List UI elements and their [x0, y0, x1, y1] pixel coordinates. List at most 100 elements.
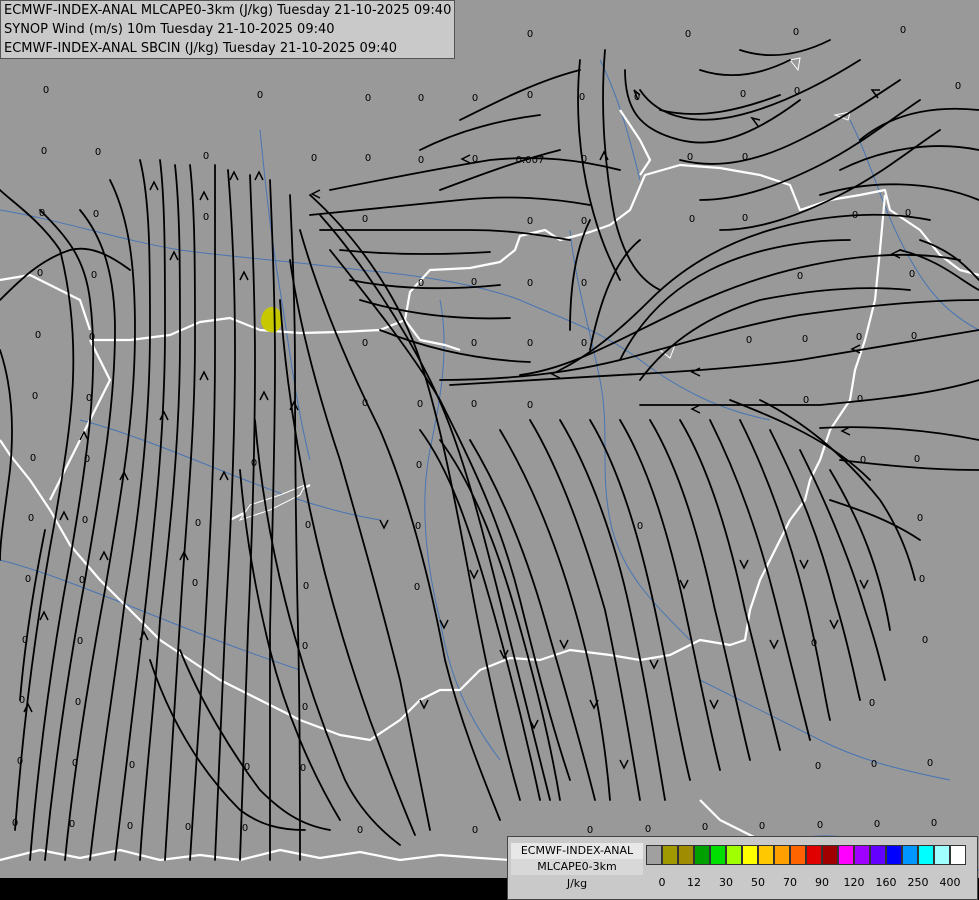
station-value: 0 — [471, 277, 477, 288]
station-value: 0 — [909, 269, 915, 280]
station-value: 0 — [702, 822, 708, 833]
station-value: 0 — [797, 271, 803, 282]
station-value: 0 — [911, 331, 917, 342]
station-value: 0 — [527, 90, 533, 101]
station-value: 0 — [955, 81, 961, 92]
station-value: 0 — [195, 518, 201, 529]
station-value: 0 — [302, 702, 308, 713]
legend-swatch — [758, 845, 774, 865]
station-value: 0 — [86, 393, 92, 404]
station-value: 0 — [418, 93, 424, 104]
station-value: 0 — [415, 521, 421, 532]
legend-tick-label: 250 — [907, 876, 929, 889]
station-value: 0 — [203, 212, 209, 223]
legend-swatch — [662, 845, 678, 865]
station-value: 0 — [900, 25, 906, 36]
map-header: ECMWF-INDEX-ANAL MLCAPE0-3km (J/kg) Tues… — [0, 0, 456, 59]
legend-swatch — [678, 845, 694, 865]
station-value: 0 — [192, 578, 198, 589]
station-value: 0 — [362, 338, 368, 349]
station-value: 0 — [32, 391, 38, 402]
station-value: 0 — [742, 152, 748, 163]
station-value: 0 — [77, 636, 83, 647]
station-value: 0 — [527, 278, 533, 289]
station-value: 0 — [84, 454, 90, 465]
station-value: 0 — [30, 453, 36, 464]
station-value: 0 — [857, 394, 863, 405]
station-value: 0 — [794, 86, 800, 97]
station-value: 0 — [129, 760, 135, 771]
legend-swatch — [646, 845, 662, 865]
station-value: 0 — [357, 825, 363, 836]
station-value: 0 — [527, 29, 533, 40]
station-value: 0 — [740, 89, 746, 100]
station-value: 0 — [922, 635, 928, 646]
station-value: 0 — [414, 582, 420, 593]
station-value: 0 — [39, 208, 45, 219]
station-value: 0 — [300, 763, 306, 774]
station-value: 0 — [581, 278, 587, 289]
station-value: 0 — [82, 515, 88, 526]
legend-title-model: ECMWF-INDEX-ANAL — [511, 843, 643, 859]
station-value: 0 — [302, 641, 308, 652]
color-legend: ECMWF-INDEX-ANAL MLCAPE0-3km J/kg 0 12 30 5… — [507, 836, 978, 900]
station-value: 0 — [251, 458, 257, 469]
station-value: 0 — [472, 154, 478, 165]
station-value: 0 — [905, 208, 911, 219]
legend-swatch — [806, 845, 822, 865]
station-value: 0 — [12, 818, 18, 829]
station-value: 0 — [852, 210, 858, 221]
station-value: 0 — [362, 214, 368, 225]
station-value: 0 — [856, 332, 862, 343]
legend-swatch — [694, 845, 710, 865]
station-value: 0 — [19, 695, 25, 706]
legend-swatch — [838, 845, 854, 865]
legend-swatch — [726, 845, 742, 865]
station-value: 0 — [802, 334, 808, 345]
station-value: 0 — [472, 825, 478, 836]
legend-swatch — [886, 845, 902, 865]
legend-unit: J/kg — [566, 877, 588, 890]
station-value: 0 — [25, 574, 31, 585]
legend-swatch — [790, 845, 806, 865]
station-value: 0 — [91, 270, 97, 281]
station-value: 0 — [185, 822, 191, 833]
station-value: 0 — [17, 756, 23, 767]
legend-tick-label: 70 — [783, 876, 797, 889]
station-value: 0 — [527, 400, 533, 411]
station-value: 0 — [815, 761, 821, 772]
station-value: 0 — [305, 520, 311, 531]
weather-map: 0 0 0 0 0 0 0 0 0 0 0 0 0 0 0 0 0 0 0.00… — [0, 0, 979, 900]
legend-swatch — [774, 845, 790, 865]
station-value: 0 — [871, 759, 877, 770]
station-value: 0 — [742, 213, 748, 224]
legend-swatch — [822, 845, 838, 865]
station-value: 0 — [685, 29, 691, 40]
station-value: 0.007 — [516, 155, 545, 166]
station-value: 0 — [244, 762, 250, 773]
station-value: 0 — [303, 581, 309, 592]
station-value: 0 — [22, 635, 28, 646]
legend-tick-label: 0 — [658, 876, 666, 889]
station-value: 0 — [931, 818, 937, 829]
station-value: 0 — [362, 398, 368, 409]
station-value: 0 — [637, 521, 643, 532]
station-value: 0 — [311, 153, 317, 164]
legend-swatch — [934, 845, 950, 865]
station-value: 0 — [472, 93, 478, 104]
station-value: 0 — [746, 335, 752, 346]
station-value: 0 — [471, 399, 477, 410]
station-value: 0 — [418, 155, 424, 166]
station-value: 0 — [927, 758, 933, 769]
station-value: 0 — [634, 92, 640, 103]
station-value: 0 — [471, 338, 477, 349]
station-value: 0 — [37, 268, 43, 279]
station-value: 0 — [28, 513, 34, 524]
legend-title-parameter: MLCAPE0-3km — [511, 859, 643, 875]
station-value: 0 — [89, 332, 95, 343]
station-value: 0 — [365, 153, 371, 164]
station-value: 0 — [41, 146, 47, 157]
legend-swatch — [902, 845, 918, 865]
station-value: 0 — [527, 216, 533, 227]
station-value: 0 — [817, 820, 823, 831]
